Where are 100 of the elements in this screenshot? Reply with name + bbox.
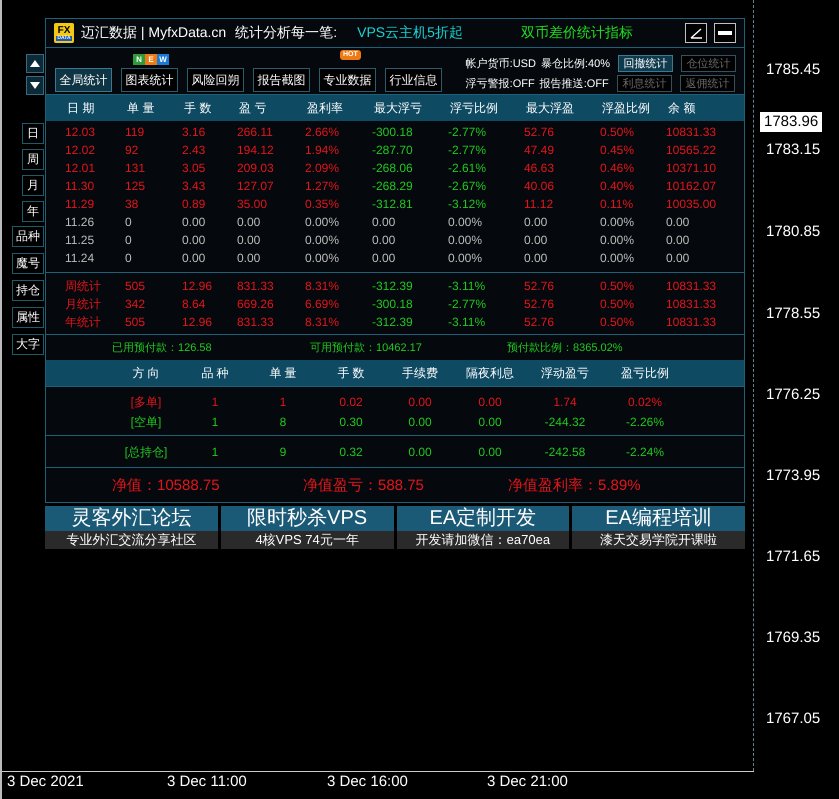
ad-banner[interactable]: EA编程培训 — [572, 506, 745, 531]
angle-button[interactable] — [685, 23, 707, 43]
table-cell-text: 10371.10 — [666, 161, 718, 175]
indicator-name: 双币差价统计指标 — [520, 24, 634, 42]
table-cell-text: 0.00 — [237, 233, 262, 247]
scroll-up-button[interactable] — [26, 54, 44, 73]
tab[interactable]: 专业数据 — [319, 68, 376, 92]
table-cell-text: 10162.07 — [666, 179, 718, 193]
table-cell-text: 0.00% — [305, 233, 340, 247]
option-button[interactable]: 属性 — [12, 307, 44, 328]
column-header: 最大浮盈 — [525, 100, 575, 116]
table-cell-text: 0.00 — [666, 251, 690, 265]
table-cell-text: 2.66% — [305, 125, 340, 139]
tab[interactable]: 风险回朔 — [187, 68, 244, 92]
tab[interactable]: 报告截图 — [253, 68, 310, 92]
column-header: 品 种 — [200, 364, 230, 382]
table-cell-text: -268.29 — [372, 179, 414, 193]
table-cell-text: 1 — [278, 395, 288, 409]
option-button[interactable]: 品种 — [12, 226, 44, 247]
promo-link[interactable]: VPS云主机5折起 — [357, 24, 463, 42]
prepay-text: 可用预付款：10462.17 — [310, 341, 423, 355]
table-cell-text: 209.03 — [237, 161, 275, 175]
slogan-text: 统计分析每一笔: — [235, 24, 338, 42]
price-label: 1771.65 — [765, 547, 822, 567]
ad-banner[interactable]: EA定制开发 — [396, 506, 570, 531]
logo-text: FX — [58, 26, 70, 36]
time-label: 3 Dec 16:00 — [327, 773, 408, 791]
option-button[interactable]: 持仓 — [12, 280, 44, 301]
table-cell-text: 8.31% — [305, 315, 340, 329]
down-triangle-icon — [29, 81, 41, 90]
table-cell-text: 0.00 — [477, 395, 503, 409]
table-cell-text: -2.61% — [448, 161, 488, 175]
account-info-text: 帐户货币:USD — [466, 56, 536, 71]
table-cell-text: 1 — [210, 395, 220, 409]
table-cell-text: 年统计 — [65, 314, 102, 330]
table-cell-text: 47.49 — [524, 143, 556, 157]
option-button[interactable]: 魔号 — [12, 253, 44, 274]
table-cell-text: 1.74 — [552, 395, 578, 409]
account-info-text: 暴仓比例:40% — [540, 57, 610, 71]
table-cell-text: -312.81 — [372, 197, 414, 211]
table-cell-text: -300.18 — [372, 297, 414, 311]
period-button[interactable]: 日 — [22, 123, 44, 144]
period-button[interactable]: 年 — [22, 201, 44, 222]
time-label: 3 Dec 2021 — [7, 773, 84, 791]
table-cell-text: 0.50% — [600, 279, 636, 293]
table-cell-text: 52.76 — [524, 279, 556, 293]
table-cell-text: 0.00 — [182, 215, 206, 229]
table-cell-text: 266.11 — [237, 125, 274, 139]
table-cell-text: 125 — [125, 179, 146, 193]
ad-banner[interactable]: 限时秒杀VPS — [220, 506, 394, 531]
table-cell-text: 127.07 — [237, 179, 275, 193]
badge-letter: N — [133, 54, 145, 65]
table-cell-text: 0.30 — [338, 415, 364, 429]
table-cell-text: 11.26 — [65, 215, 96, 229]
scroll-down-button[interactable] — [26, 76, 44, 95]
table-cell-text: 0 — [125, 215, 133, 229]
period-button[interactable]: 周 — [22, 149, 44, 170]
table-cell-text: -3.11% — [448, 315, 486, 329]
table-cell-text: 1 — [210, 415, 220, 429]
tab[interactable]: 行业信息 — [385, 68, 442, 92]
table-cell-text: 131 — [125, 161, 146, 175]
price-label: 1778.55 — [765, 304, 822, 324]
column-header: 浮动盈亏 — [540, 364, 590, 382]
table-cell-text: 0.50% — [600, 315, 636, 329]
tab[interactable]: 全局统计 — [55, 68, 112, 92]
table-cell-text: 8.31% — [305, 279, 340, 293]
badge-letter: W — [157, 54, 169, 65]
table-cell-text: 52.76 — [524, 315, 556, 329]
table-cell-text: 0.00 — [477, 415, 503, 429]
up-triangle-icon — [29, 59, 41, 68]
tab[interactable]: 图表统计 — [121, 68, 178, 92]
table-cell-text: -268.06 — [372, 161, 414, 175]
table-cell-text: 0.46% — [600, 161, 636, 175]
price-label: 1773.95 — [765, 466, 822, 486]
table-cell-text: 0.00 — [666, 233, 690, 247]
table-cell-text: 92 — [125, 143, 140, 157]
price-label: 1785.45 — [765, 60, 822, 80]
table-cell-text: 0.00% — [448, 233, 484, 247]
table-cell-text: 0 — [125, 233, 133, 247]
ad-banner[interactable]: 灵客外汇论坛 — [45, 506, 218, 531]
table-cell-text: 0.11% — [600, 197, 634, 211]
table-cell-text: 10831.33 — [666, 279, 718, 293]
table-cell-text: 342 — [125, 297, 146, 311]
minimize-button[interactable] — [714, 23, 736, 43]
table-cell-text: 12.03 — [65, 125, 96, 139]
option-button[interactable]: 大字 — [12, 334, 44, 355]
panel-title: 迈汇数据 | MyfxData.cn — [81, 24, 226, 42]
period-button[interactable]: 月 — [22, 175, 44, 196]
table-cell-text: 0.00 — [407, 445, 433, 459]
table-cell-text: 0.00% — [600, 233, 636, 247]
table-cell-text: 3.16 — [182, 125, 206, 139]
table-cell-text: 1.27% — [305, 179, 340, 193]
column-header: 手续费 — [401, 364, 439, 382]
table-cell-text: 0.00 — [666, 215, 690, 229]
table-cell-text: -3.12% — [448, 197, 488, 211]
table-cell-text: 9 — [278, 445, 288, 459]
table-cell-text: -312.39 — [372, 279, 414, 293]
price-label: 1783.15 — [765, 140, 822, 160]
stat-button[interactable]: 回撤统计 — [618, 55, 673, 72]
angle-icon — [688, 26, 704, 40]
